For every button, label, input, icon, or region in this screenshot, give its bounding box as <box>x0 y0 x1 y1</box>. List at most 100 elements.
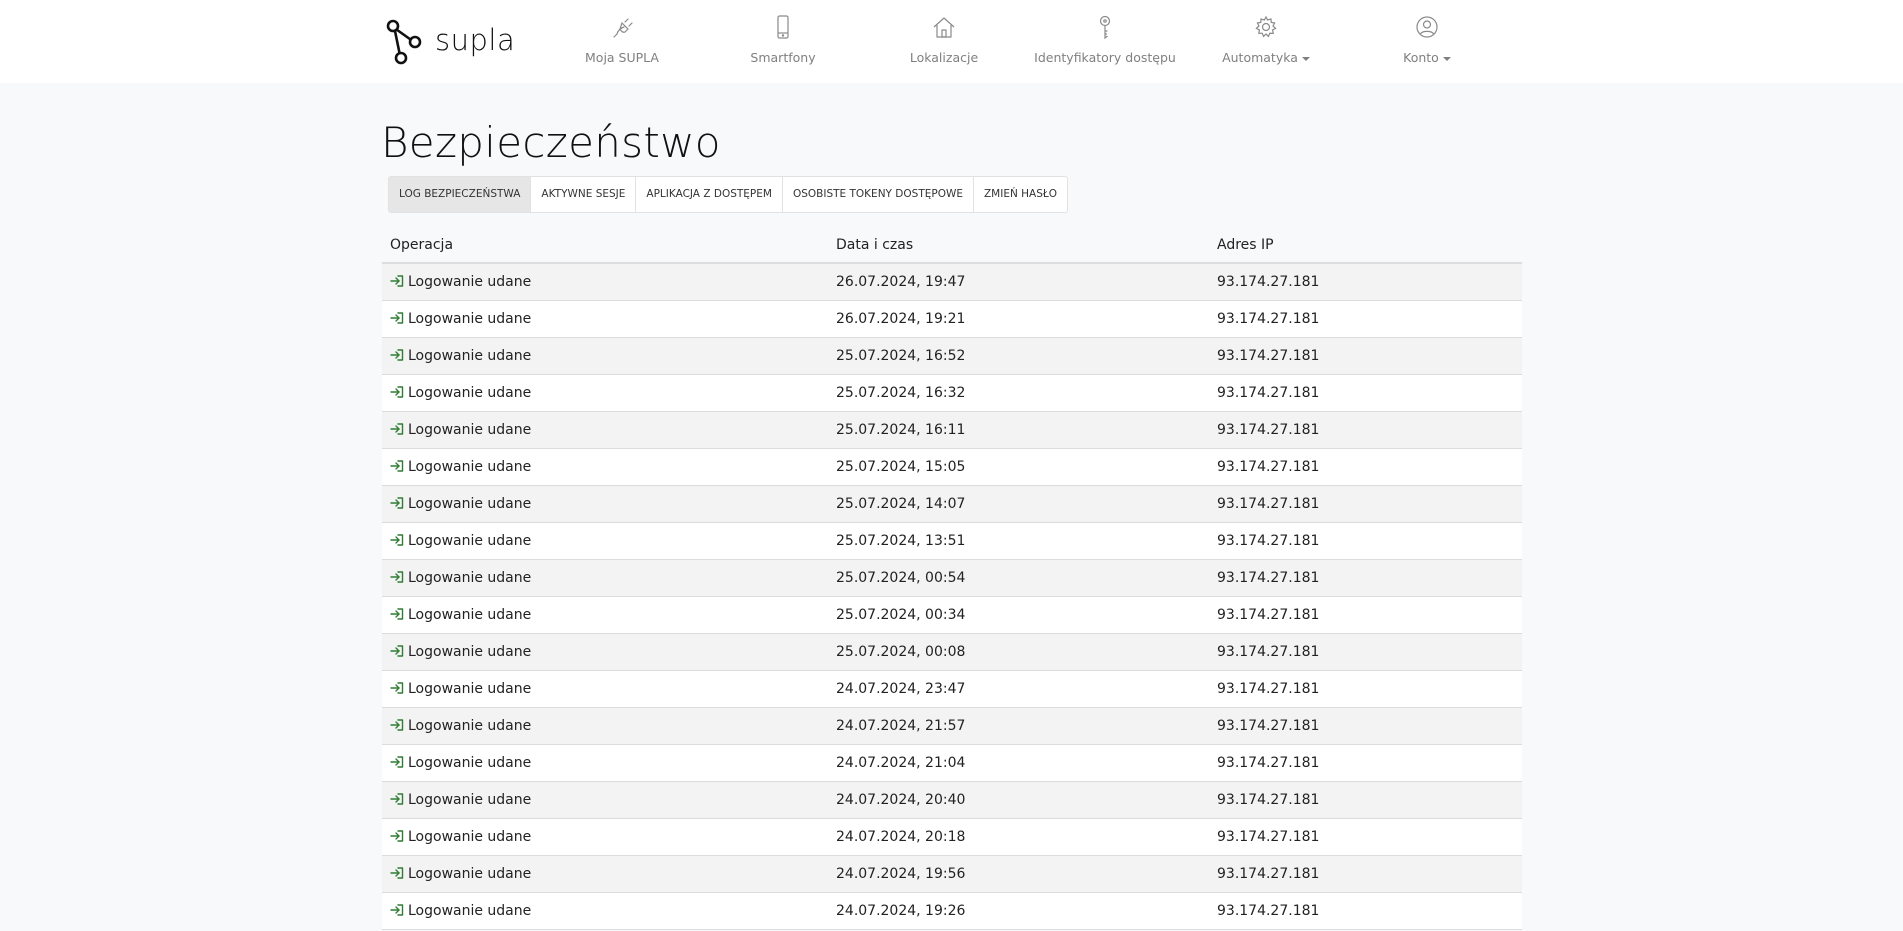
operation-text: Logowanie udane <box>408 569 532 586</box>
brand-link[interactable]: supla <box>385 17 515 67</box>
cell-ip: 93.174.27.181 <box>1209 485 1522 523</box>
login-icon <box>390 422 404 435</box>
cell-ip: 93.174.27.181 <box>1209 337 1522 375</box>
nav-label: Smartfony <box>750 50 816 65</box>
table-header-row: Operacja Data i czas Adres IP <box>382 227 1522 264</box>
cell-operation: Logowanie udane <box>382 781 828 819</box>
cell-ip: 93.174.27.181 <box>1209 522 1522 560</box>
nav-item-automatyka[interactable]: Automatyka <box>1191 0 1341 83</box>
tab-apps-with-access[interactable]: Aplikacja z dostępem <box>635 177 782 212</box>
key-icon <box>1099 15 1111 40</box>
nav-label: Konto <box>1403 50 1451 65</box>
operation-text: Logowanie udane <box>408 384 532 401</box>
cell-operation: Logowanie udane <box>382 707 828 745</box>
cell-ip: 93.174.27.181 <box>1209 263 1522 301</box>
operation-text: Logowanie udane <box>408 680 532 697</box>
nav-label: Identyfikatory dostępu <box>1034 50 1176 65</box>
table-row: Logowanie udane 25.07.2024, 00:08 93.174.2… <box>382 633 1522 671</box>
cell-datetime: 25.07.2024, 15:05 <box>828 448 1209 486</box>
cell-ip: 93.174.27.181 <box>1209 670 1522 708</box>
caret-down-icon <box>1442 56 1451 61</box>
cell-ip: 93.174.27.181 <box>1209 411 1522 449</box>
nav-item-lokalizacje[interactable]: Lokalizacje <box>869 0 1019 83</box>
cell-datetime: 24.07.2024, 23:47 <box>828 670 1209 708</box>
operation-text: Logowanie udane <box>408 347 532 364</box>
cell-datetime: 24.07.2024, 20:40 <box>828 781 1209 819</box>
cell-operation: Logowanie udane <box>382 374 828 412</box>
column-header-operation: Operacja <box>382 227 828 264</box>
cell-datetime: 25.07.2024, 00:54 <box>828 559 1209 597</box>
login-icon <box>390 718 404 731</box>
table-row: Logowanie udane 25.07.2024, 00:54 93.174.2… <box>382 559 1522 597</box>
login-icon <box>390 570 404 583</box>
page-title: Bezpieczeństwo <box>381 118 721 167</box>
table-row: Logowanie udane 26.07.2024, 19:47 93.174.2… <box>382 263 1522 301</box>
cell-datetime: 25.07.2024, 16:11 <box>828 411 1209 449</box>
cell-datetime: 25.07.2024, 13:51 <box>828 522 1209 560</box>
nav-item-moja-supla[interactable]: Moja SUPLA <box>547 0 697 83</box>
operation-text: Logowanie udane <box>408 643 532 660</box>
cell-datetime: 24.07.2024, 21:57 <box>828 707 1209 745</box>
cell-datetime: 25.07.2024, 14:07 <box>828 485 1209 523</box>
table-row: Logowanie udane 25.07.2024, 16:52 93.174.2… <box>382 337 1522 375</box>
cell-datetime: 25.07.2024, 16:32 <box>828 374 1209 412</box>
operation-text: Logowanie udane <box>408 717 532 734</box>
cell-operation: Logowanie udane <box>382 744 828 782</box>
user-icon <box>1416 16 1438 38</box>
table-row: Logowanie udane 25.07.2024, 14:07 93.174.2… <box>382 485 1522 523</box>
home-icon <box>933 17 955 38</box>
cell-operation: Logowanie udane <box>382 596 828 634</box>
tab-security-log[interactable]: Log bezpieczeństwa <box>389 177 531 212</box>
cell-ip: 93.174.27.181 <box>1209 374 1522 412</box>
cell-ip: 93.174.27.181 <box>1209 633 1522 671</box>
nav-item-smartfony[interactable]: Smartfony <box>708 0 858 83</box>
brand-name: supla <box>435 23 516 57</box>
table-row: Logowanie udane 24.07.2024, 21:04 93.174.2… <box>382 744 1522 782</box>
table-row: Logowanie udane 25.07.2024, 16:11 93.174.2… <box>382 411 1522 449</box>
cell-datetime: 25.07.2024, 00:34 <box>828 596 1209 634</box>
cell-datetime: 24.07.2024, 19:56 <box>828 855 1209 893</box>
login-icon <box>390 275 404 287</box>
nav-item-konto[interactable]: Konto <box>1352 0 1502 83</box>
caret-down-icon <box>1301 56 1310 61</box>
smartphone-icon <box>777 15 789 39</box>
nav-label: Moja SUPLA <box>585 50 659 65</box>
operation-text: Logowanie udane <box>408 458 532 475</box>
operation-text: Logowanie udane <box>408 791 532 808</box>
cell-ip: 93.174.27.181 <box>1209 744 1522 782</box>
table-row: Logowanie udane 26.07.2024, 19:21 93.174.2… <box>382 300 1522 338</box>
cell-operation: Logowanie udane <box>382 522 828 560</box>
table-row: Logowanie udane 24.07.2024, 20:18 93.174.2… <box>382 818 1522 856</box>
security-log-table: Operacja Data i czas Adres IP Logowanie … <box>382 227 1522 930</box>
operation-text: Logowanie udane <box>408 532 532 549</box>
login-icon <box>390 829 404 842</box>
login-icon <box>390 348 404 361</box>
table-row: Logowanie udane 24.07.2024, 19:26 93.174.2… <box>382 892 1522 930</box>
operation-text: Logowanie udane <box>408 902 532 919</box>
tab-personal-tokens[interactable]: Osobiste tokeny dostępowe <box>781 177 973 212</box>
cell-datetime: 24.07.2024, 21:04 <box>828 744 1209 782</box>
cell-operation: Logowanie udane <box>382 559 828 597</box>
tab-change-password[interactable]: Zmień hasło <box>972 177 1067 212</box>
table-row: Logowanie udane 24.07.2024, 20:40 93.174.2… <box>382 781 1522 819</box>
plug-icon <box>613 18 633 38</box>
column-header-ip: Adres IP <box>1209 227 1522 264</box>
nav-label: Lokalizacje <box>909 50 979 65</box>
nav-item-identyfikatory[interactable]: Identyfikatory dostępu <box>1030 0 1180 83</box>
tab-active-sessions[interactable]: Aktywne sesje <box>530 177 635 212</box>
cell-operation: Logowanie udane <box>382 633 828 671</box>
cell-operation: Logowanie udane <box>382 855 828 893</box>
cell-operation: Logowanie udane <box>382 263 828 301</box>
login-icon <box>390 644 404 657</box>
cell-operation: Logowanie udane <box>382 818 828 856</box>
operation-text: Logowanie udane <box>408 273 532 290</box>
cell-operation: Logowanie udane <box>382 337 828 375</box>
table-row: Logowanie udane 24.07.2024, 21:57 93.174.2… <box>382 707 1522 745</box>
cell-operation: Logowanie udane <box>382 448 828 486</box>
operation-text: Logowanie udane <box>408 828 532 845</box>
cell-ip: 93.174.27.181 <box>1209 855 1522 893</box>
operation-text: Logowanie udane <box>408 754 532 771</box>
cell-operation: Logowanie udane <box>382 670 828 708</box>
login-icon <box>390 681 404 694</box>
table-row: Logowanie udane 25.07.2024, 00:34 93.174.2… <box>382 596 1522 634</box>
